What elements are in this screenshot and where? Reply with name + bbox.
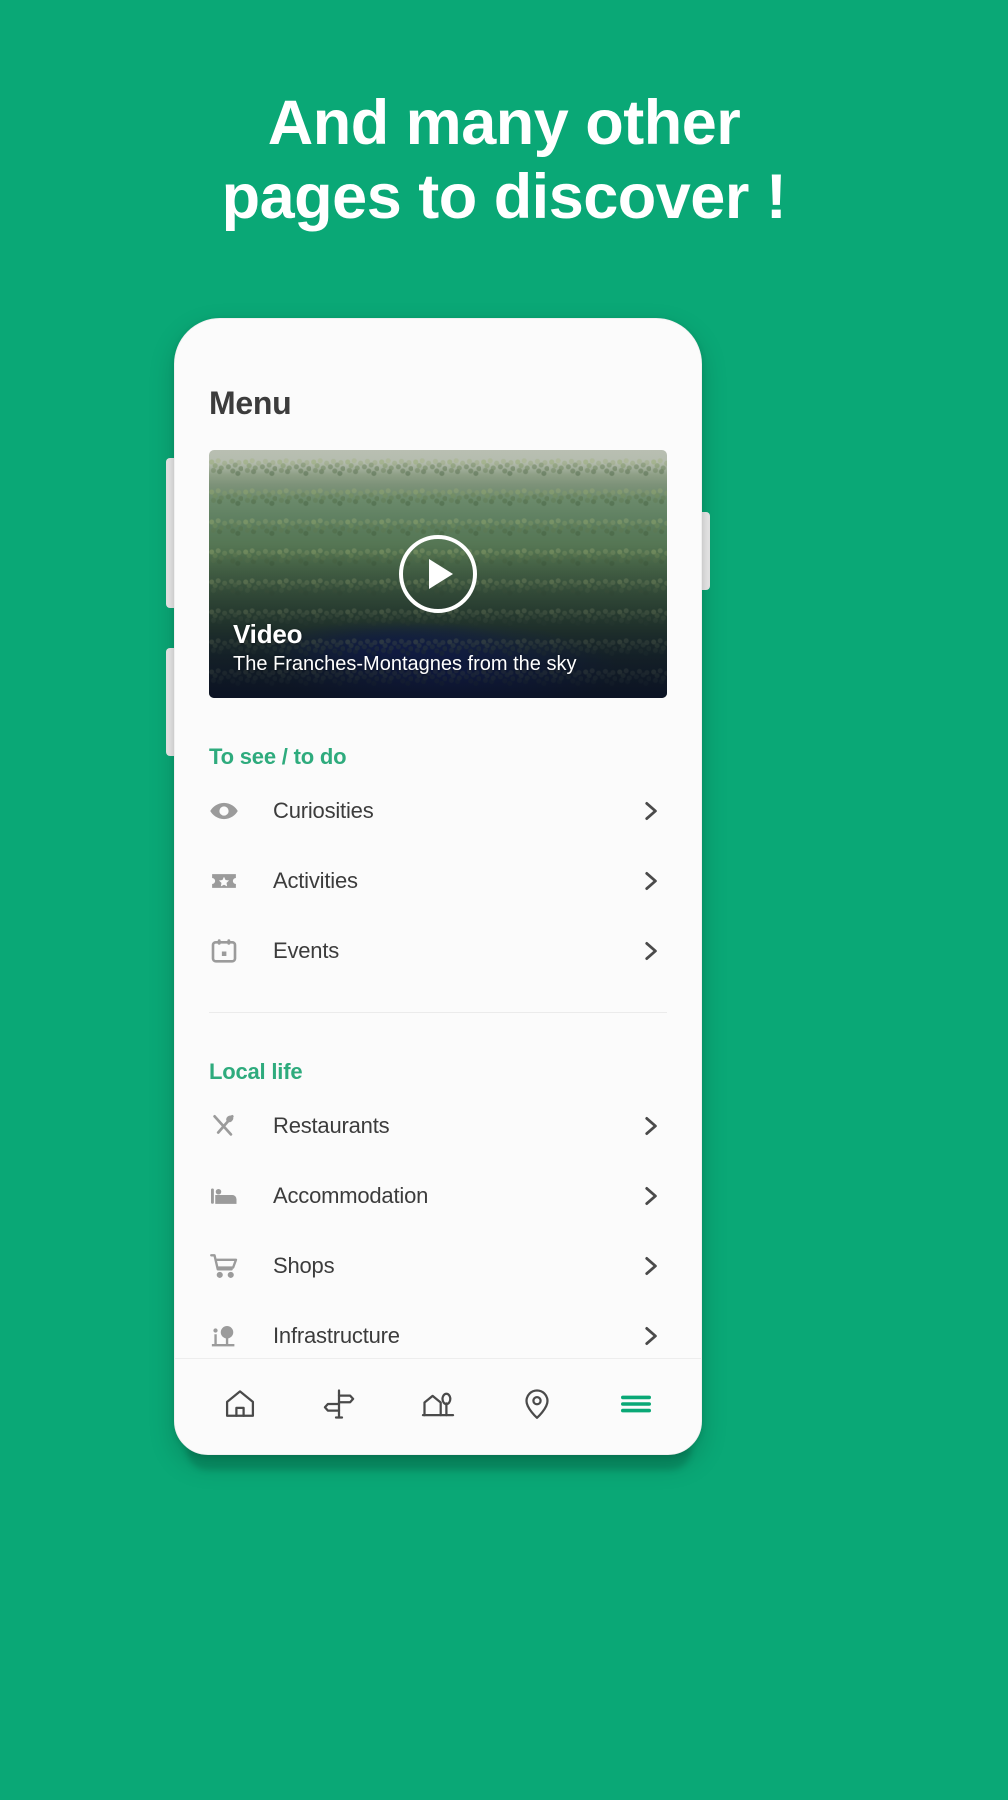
headline-line-2: pages to discover ! (221, 162, 787, 233)
calendar-icon (209, 936, 261, 966)
menu-item-label: Accommodation (273, 1183, 429, 1208)
chevron-right-icon (637, 1253, 667, 1279)
section-title-local-life: Local life (209, 1059, 303, 1084)
chevron-right-icon (637, 868, 667, 894)
menu-item-label: Restaurants (273, 1113, 390, 1138)
village-icon (420, 1386, 456, 1427)
home-icon (222, 1386, 258, 1427)
eye-icon (209, 796, 261, 826)
bottom-navigation-bar (175, 1358, 701, 1454)
chevron-right-icon (637, 938, 667, 964)
section-title-to-see-to-do: To see / to do (209, 744, 347, 769)
ticket-star-icon (209, 866, 261, 896)
headline-line-1: And many other (267, 88, 741, 158)
menu-item-label: Events (273, 938, 340, 963)
menu-item-curiosities[interactable]: Curiosities (209, 776, 667, 846)
nav-item-village[interactable] (404, 1373, 472, 1441)
page-title: Menu (209, 385, 292, 421)
menu-item-label: Shops (273, 1253, 335, 1278)
nav-item-directions[interactable] (305, 1373, 373, 1441)
chevron-right-icon (637, 798, 667, 824)
bed-icon (209, 1181, 261, 1211)
video-title: Video (233, 619, 303, 649)
section-local-life: Local life Restaurants Accommodation Sho… (175, 1013, 701, 1371)
play-triangle (429, 559, 453, 589)
promo-headline: And many other pages to discover ! (0, 86, 1008, 235)
menu-item-events[interactable]: Events (209, 916, 667, 986)
video-subtitle: The Franches-Montagnes from the sky (233, 653, 577, 675)
section-to-see-to-do: To see / to do Curiosities Activities Ev… (175, 698, 701, 986)
video-caption: Video The Franches-Montagnes from the sk… (233, 619, 576, 676)
menu-item-accommodation[interactable]: Accommodation (209, 1161, 667, 1231)
cutlery-icon (209, 1111, 261, 1141)
phone-mockup: Menu Video The Franches-Montagnes from t… (174, 318, 702, 1455)
location-pin-icon (519, 1386, 555, 1427)
play-icon[interactable] (399, 535, 477, 613)
chevron-right-icon (637, 1323, 667, 1349)
signpost-icon (321, 1386, 357, 1427)
hamburger-menu-icon (618, 1386, 654, 1427)
chevron-right-icon (637, 1183, 667, 1209)
nav-item-map[interactable] (503, 1373, 571, 1441)
video-card[interactable]: Video The Franches-Montagnes from the sk… (209, 450, 667, 698)
menu-item-label: Activities (273, 868, 358, 893)
menu-item-label: Infrastructure (273, 1323, 400, 1348)
nav-item-menu[interactable] (602, 1373, 670, 1441)
chevron-right-icon (637, 1113, 667, 1139)
menu-item-restaurants[interactable]: Restaurants (209, 1091, 667, 1161)
shopping-cart-icon (209, 1251, 261, 1281)
nav-item-home[interactable] (206, 1373, 274, 1441)
app-screen: Menu Video The Franches-Montagnes from t… (175, 319, 701, 1454)
menu-item-label: Curiosities (273, 798, 374, 823)
menu-item-activities[interactable]: Activities (209, 846, 667, 916)
menu-item-shops[interactable]: Shops (209, 1231, 667, 1301)
park-tree-icon (209, 1321, 261, 1351)
